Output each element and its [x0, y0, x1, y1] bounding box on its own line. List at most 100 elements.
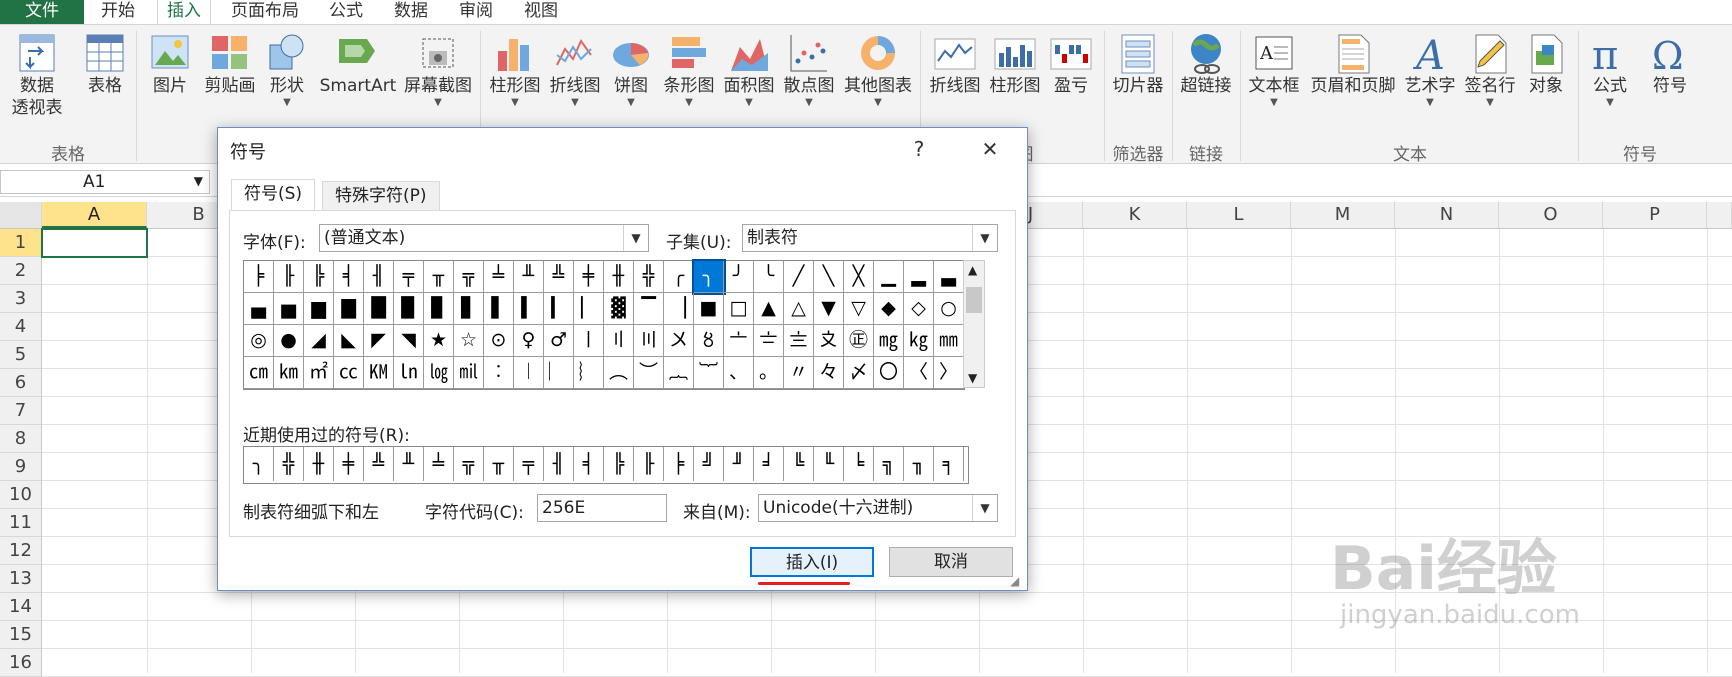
sparkline-line-button[interactable]: 折线图 — [926, 31, 984, 97]
recent-symbol-cell[interactable]: ╫ — [304, 447, 334, 481]
column-header-a[interactable]: A — [42, 202, 147, 228]
symbol-cell[interactable]: ○ — [934, 293, 964, 325]
symbol-cell[interactable]: ╞ — [244, 261, 274, 293]
symbol-cell[interactable]: ╬ — [634, 261, 664, 293]
textbox-button[interactable]: A 文本框 ▼ — [1244, 31, 1304, 109]
symbol-cell[interactable]: ▌ — [484, 293, 514, 325]
tab-view[interactable]: 视图 — [515, 0, 567, 24]
symbol-cell[interactable]: ╪ — [574, 261, 604, 293]
symbol-cell[interactable]: ⊙ — [484, 325, 514, 357]
signature-line-button[interactable]: 签名行 ▼ — [1460, 31, 1520, 109]
chevron-up-icon[interactable]: ▲ — [968, 263, 977, 277]
symbol-cell[interactable]: ◎ — [244, 325, 274, 357]
tab-symbols[interactable]: 符号(S) — [231, 179, 316, 210]
tab-special-characters[interactable]: 特殊字符(P) — [322, 181, 440, 210]
tab-data[interactable]: 数据 — [385, 0, 437, 24]
symbol-cell[interactable]: 〡 — [574, 325, 604, 357]
column-header-o[interactable]: O — [1499, 202, 1603, 228]
slicer-button[interactable]: 切片器 — [1108, 31, 1168, 97]
font-select[interactable]: (普通文本) ▼ — [319, 224, 649, 252]
recent-symbol-cell[interactable]: ╜ — [724, 447, 754, 481]
symbol-cell[interactable]: 〃 — [784, 357, 814, 389]
symbol-cell[interactable]: 〨 — [784, 325, 814, 357]
symbol-cell[interactable]: ▎ — [544, 293, 574, 325]
chevron-down-icon[interactable]: ▼ — [623, 225, 648, 251]
symbol-cell[interactable]: ㏑ — [394, 357, 424, 389]
other-charts-button[interactable]: 其他图表 ▼ — [840, 31, 916, 109]
area-chart-button[interactable]: 面积图 ▼ — [720, 31, 778, 109]
row-header-4[interactable]: 4 — [0, 313, 42, 341]
symbol-cell[interactable]: ╠ — [304, 261, 334, 293]
object-button[interactable]: 对象 — [1520, 31, 1572, 97]
column-header-k[interactable]: K — [1083, 202, 1187, 228]
column-header-q[interactable] — [1707, 202, 1732, 228]
column-chart-button[interactable]: 柱形图 ▼ — [486, 31, 544, 109]
symbol-cell[interactable]: ▉ — [394, 293, 424, 325]
symbol-cell[interactable]: ╦ — [454, 261, 484, 293]
recent-symbol-cell[interactable]: ╬ — [274, 447, 304, 481]
recent-symbol-cell[interactable]: ╗ — [874, 447, 904, 481]
symbol-cell[interactable]: ▲ — [754, 293, 784, 325]
symbol-cell[interactable]: ╨ — [514, 261, 544, 293]
symbol-cell[interactable]: 々 — [814, 357, 844, 389]
pivot-table-button[interactable]: 数据 透视表 — [4, 31, 70, 119]
symbol-cell[interactable]: △ — [784, 293, 814, 325]
symbol-cell[interactable]: ㏄ — [334, 357, 364, 389]
name-box[interactable]: A1 ▼ — [0, 170, 210, 194]
smartart-button[interactable]: SmartArt — [318, 31, 398, 97]
column-header-p[interactable]: P — [1603, 202, 1707, 228]
clipart-button[interactable]: 剪贴画 — [200, 31, 260, 97]
symbol-cell[interactable]: ╩ — [544, 261, 574, 293]
row-header-8[interactable]: 8 — [0, 425, 42, 453]
symbol-cell[interactable]: 、 — [724, 357, 754, 389]
recent-symbol-cell[interactable]: ╪ — [334, 447, 364, 481]
symbol-cell[interactable]: 。 — [754, 357, 784, 389]
symbol-cell[interactable]: ╧ — [484, 261, 514, 293]
symbol-cell[interactable]: ㎜ — [934, 325, 964, 357]
symbol-cell[interactable]: ▔ — [634, 293, 664, 325]
sparkline-column-button[interactable]: 柱形图 — [986, 31, 1044, 97]
symbol-cell[interactable]: ■ — [694, 293, 724, 325]
subset-select[interactable]: 制表符 ▼ — [742, 224, 998, 252]
symbol-cell[interactable]: ╟ — [274, 261, 304, 293]
symbol-cell[interactable]: ▇ — [334, 293, 364, 325]
table-button[interactable]: 表格 — [80, 31, 130, 97]
symbol-cell[interactable]: ╰ — [754, 261, 784, 293]
recent-symbol-cell[interactable]: ╕ — [934, 447, 964, 481]
character-code-input[interactable]: 256E — [537, 494, 667, 522]
symbol-grid[interactable]: ╞ ╟ ╠ ╡ ╢ ╤ ╥ ╦ ╧ ╨ ╩ ╪ ╫ ╬ ╭ ╮ ╯ ╰ ╱ ╲ ╳ ▁ ▂ ▃ ▄ ▅ ▆ ▇ █ ▉ ▊ ▋ ▌ ▍ ▎ ▏ ▓ ▔ ▕ ■… — [243, 259, 965, 390]
from-select[interactable]: Unicode(十六进制) ▼ — [758, 494, 998, 522]
symbol-cell[interactable]: ▋ — [454, 293, 484, 325]
active-cell-a1[interactable] — [41, 228, 148, 258]
symbol-cell[interactable]: ▅ — [274, 293, 304, 325]
symbol-cell[interactable]: ╥ — [424, 261, 454, 293]
recent-symbol-cell[interactable]: ╘ — [844, 447, 874, 481]
chevron-down-icon[interactable]: ▼ — [194, 174, 203, 188]
sparkline-winloss-button[interactable]: 盈亏 — [1046, 31, 1096, 97]
symbol-cell[interactable]: ㎏ — [904, 325, 934, 357]
symbol-cell[interactable]: ㏎ — [364, 357, 394, 389]
symbol-cell[interactable]: █ — [364, 293, 394, 325]
symbol-cell[interactable]: ︳ — [544, 357, 574, 389]
symbol-button[interactable]: Ω 符号 — [1644, 31, 1696, 97]
symbol-cell[interactable]: 〧 — [754, 325, 784, 357]
scrollbar-thumb[interactable] — [966, 287, 982, 313]
row-header-7[interactable]: 7 — [0, 397, 42, 425]
recent-symbol-cell[interactable]: ╚ — [784, 447, 814, 481]
recent-symbols[interactable]: ╮ ╬ ╫ ╪ ╩ ╨ ╧ ╦ ╥ ╤ ╢ ╡ ╠ ╟ ╞ ╝ ╜ ╛ ╚ ╙ ╘ ╗ ╖ ╕ — [243, 446, 969, 484]
symbol-cell[interactable]: ▍ — [514, 293, 544, 325]
tab-page-layout[interactable]: 页面布局 — [222, 0, 308, 24]
symbol-cell-selected[interactable]: ╮ — [692, 259, 726, 295]
symbol-cell[interactable]: ♂ — [544, 325, 574, 357]
symbol-cell[interactable]: 〈 — [904, 357, 934, 389]
symbol-cell[interactable]: ♀ — [514, 325, 544, 357]
recent-symbol-cell[interactable]: ╤ — [514, 447, 544, 481]
symbol-cell[interactable]: ︴ — [574, 357, 604, 389]
symbol-cell[interactable]: 〣 — [634, 325, 664, 357]
symbol-cell[interactable]: ▃ — [934, 261, 964, 293]
symbol-cell[interactable]: ◢ — [304, 325, 334, 357]
row-header-6[interactable]: 6 — [0, 369, 42, 397]
symbol-cell[interactable]: ◤ — [364, 325, 394, 357]
chevron-down-icon[interactable]: ▼ — [972, 225, 997, 251]
symbol-cell[interactable]: ︷ — [664, 357, 694, 389]
